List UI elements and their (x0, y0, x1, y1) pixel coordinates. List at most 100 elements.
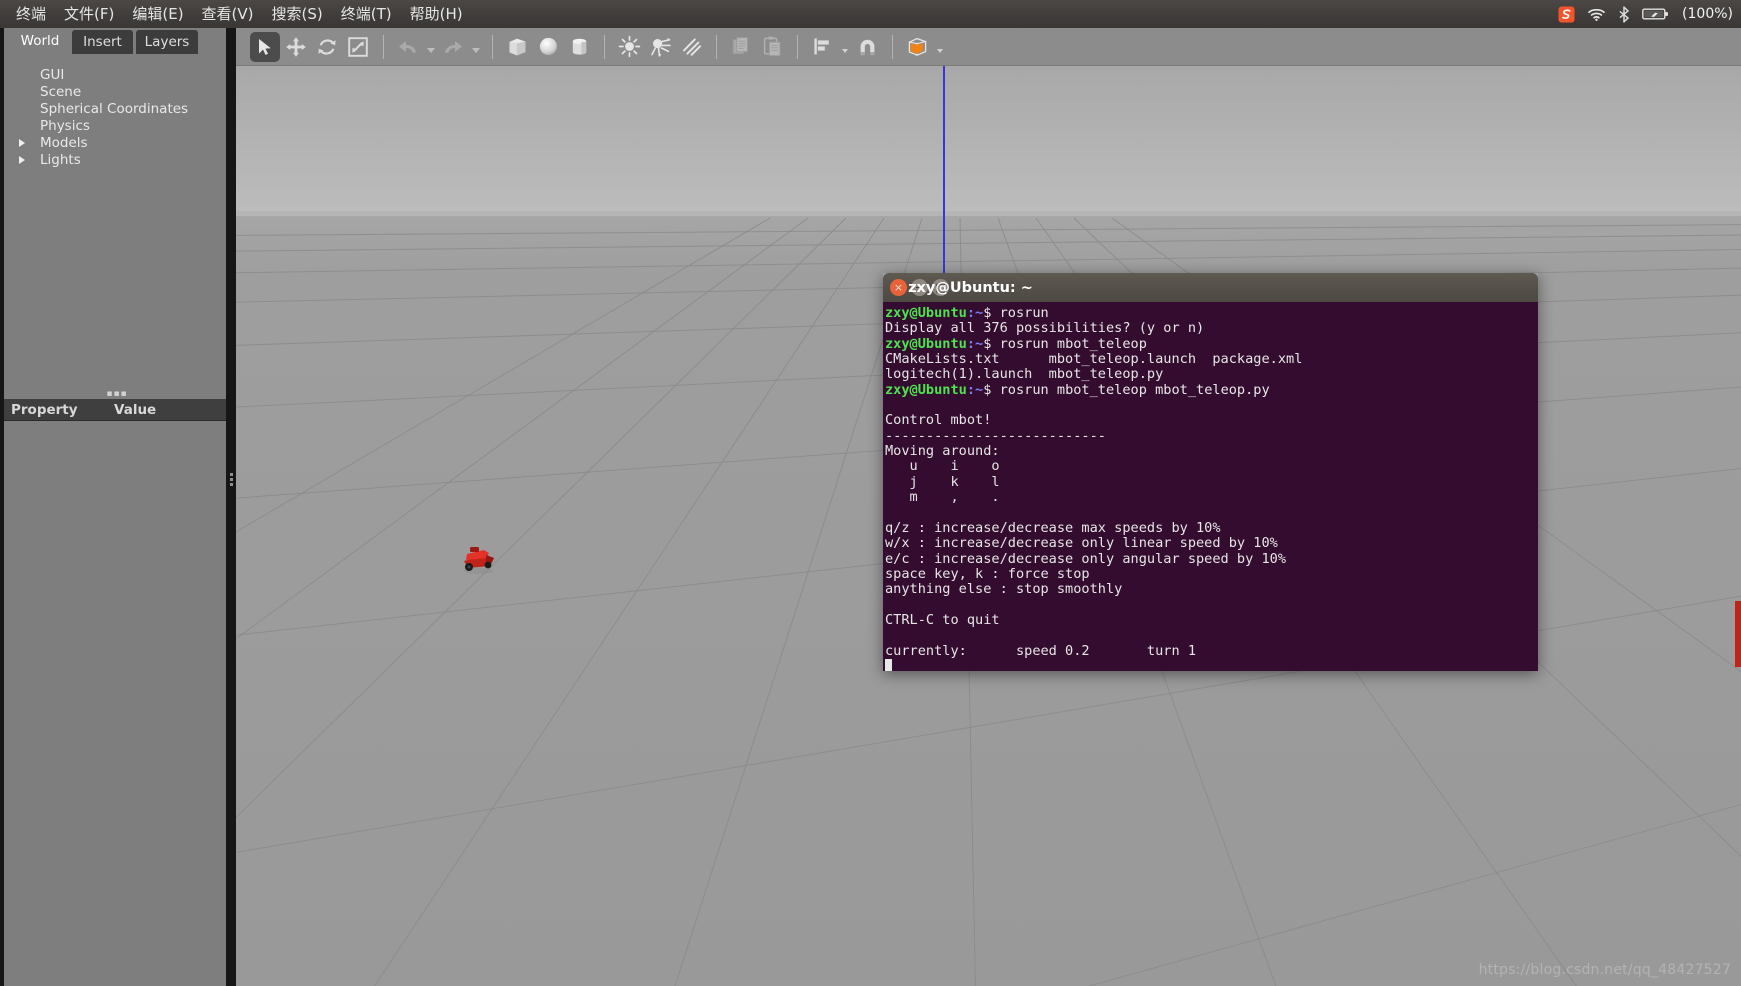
tree-item-lights[interactable]: Lights (4, 151, 230, 168)
toolbar-separator (892, 34, 893, 59)
terminal-body[interactable]: zxy@Ubuntu:~$ rosrun Display all 376 poss… (883, 302, 1538, 671)
terminal-prompt-line: zxy@Ubuntu:~$ rosrun mbot_teleop (885, 335, 1538, 352)
z-axis-line (943, 66, 945, 293)
tree-item-label: Lights (40, 151, 81, 168)
tab-insert[interactable]: Insert (72, 30, 133, 54)
tree-item-label: GUI (40, 66, 65, 83)
text-cursor (885, 658, 892, 671)
mbot-robot-model[interactable] (456, 541, 498, 575)
terminal-prompt-line: zxy@Ubuntu:~$ rosrun (885, 305, 1538, 321)
terminal-output-line: currently: speed 0.2 turn 1 (885, 642, 1196, 659)
insert-directional-light-button[interactable] (676, 32, 706, 62)
terminal-output-line: CTRL-C to quit (885, 611, 1000, 628)
scale-mode-button[interactable] (343, 32, 373, 62)
terminal-prompt-line: zxy@Ubuntu:~$ rosrun mbot_teleop mbot_te… (885, 381, 1538, 398)
prompt-user-host: zxy@Ubuntu (885, 381, 967, 398)
battery-percent-label: (100%) (1682, 6, 1733, 22)
undo-history-dropdown[interactable] (424, 32, 438, 62)
tree-item-physics[interactable]: Physics (4, 117, 230, 134)
tree-item-gui[interactable]: GUI (4, 66, 230, 83)
cursor-arrow-icon (259, 38, 271, 55)
terminal-output-line: Moving around: (885, 443, 1000, 460)
terminal-output-line: Display all 376 possibilities? (y or n) (885, 320, 1205, 337)
watermark-label: https://blog.csdn.net/qq_48427527 (1478, 962, 1731, 978)
terminal-window[interactable]: × − □ zxy@Ubuntu: ~ zxy@Ubuntu:~$ rosrun… (883, 273, 1538, 671)
insert-spot-light-button[interactable] (645, 32, 675, 62)
undo-button[interactable] (393, 32, 423, 62)
scale-arrows-icon (348, 36, 368, 57)
menu-search[interactable]: 搜索(S) (263, 0, 332, 28)
prompt-dollar: $ (983, 381, 1000, 398)
terminal-output-line: Control mbot! (885, 412, 992, 429)
terminal-output-line: CMakeLists.txt mbot_teleop.launch packag… (885, 351, 1303, 368)
copy-icon (732, 37, 748, 55)
tree-item-scene[interactable]: Scene (4, 83, 230, 100)
toolbar-separator (716, 34, 717, 59)
copy-button[interactable] (726, 32, 756, 62)
property-panel-drag-handle[interactable]: ▪▪▪ (4, 390, 230, 399)
point-light-icon (618, 35, 640, 58)
menu-file[interactable]: 文件(F) (55, 0, 123, 28)
maximize-icon[interactable]: □ (932, 279, 949, 296)
terminal-title-bar[interactable]: × − □ zxy@Ubuntu: ~ (883, 273, 1538, 302)
directional-light-icon (682, 38, 701, 56)
paste-button[interactable] (757, 32, 787, 62)
terminal-output-line: q/z : increase/decrease max speeds by 10… (885, 519, 1221, 536)
terminal-app-name[interactable]: 终端 (7, 0, 55, 28)
insert-box-button[interactable] (502, 32, 532, 62)
menu-edit[interactable]: 编辑(E) (123, 0, 192, 28)
insert-sphere-button[interactable] (533, 32, 563, 62)
tab-layers[interactable]: Layers (136, 30, 198, 54)
property-table-header: Property Value (4, 399, 230, 421)
terminal-cursor-line (885, 658, 1538, 671)
prompt-separator: : (966, 381, 976, 398)
sogou-input-icon[interactable] (1558, 0, 1575, 28)
system-tray: (100%) (1558, 0, 1733, 28)
align-dropdown[interactable] (838, 32, 852, 62)
close-icon[interactable]: × (890, 279, 907, 296)
expand-arrow-icon[interactable] (16, 151, 28, 168)
menu-help[interactable]: 帮助(H) (401, 0, 472, 28)
splitter-grip-icon[interactable] (227, 468, 235, 490)
redo-history-dropdown[interactable] (469, 32, 483, 62)
rotate-arrows-icon (318, 38, 336, 55)
redo-button[interactable] (438, 32, 468, 62)
tree-item-label: Models (40, 134, 88, 151)
bluetooth-icon[interactable] (1618, 0, 1630, 28)
prompt-path: ~ (975, 305, 984, 321)
column-header-value: Value (114, 401, 157, 418)
align-button[interactable] (807, 32, 837, 62)
terminal-output: zxy@Ubuntu:~$ rosrun Display all 376 poss… (885, 305, 1538, 671)
wifi-icon[interactable] (1587, 0, 1606, 28)
menu-view[interactable]: 查看(V) (193, 0, 263, 28)
select-mode-button[interactable] (250, 31, 280, 62)
insert-cylinder-button[interactable] (564, 32, 594, 62)
battery-icon[interactable] (1642, 0, 1669, 28)
prompt-separator: : (966, 305, 976, 321)
toolbar-separator (383, 34, 384, 59)
snap-button[interactable] (852, 32, 882, 62)
spot-light-icon (650, 38, 671, 57)
translate-mode-button[interactable] (281, 32, 311, 62)
prompt-separator: : (966, 335, 976, 352)
tree-item-spherical-coordinates[interactable]: Spherical Coordinates (4, 100, 230, 117)
toolbar-separator (797, 34, 798, 59)
terminal-output-line: e/c : increase/decrease only angular spe… (885, 550, 1287, 567)
offscreen-red-object (1735, 601, 1741, 667)
view-mode-dropdown[interactable] (933, 32, 947, 62)
panel-splitter[interactable] (226, 28, 236, 986)
tree-item-models[interactable]: Models (4, 134, 230, 151)
view-mode-button[interactable] (902, 32, 932, 62)
minimize-icon[interactable]: − (911, 279, 928, 296)
expand-arrow-icon[interactable] (16, 134, 28, 151)
terminal-output-line: w/x : increase/decrease only linear spee… (885, 535, 1278, 552)
tab-world[interactable]: World (8, 28, 72, 54)
menu-terminal[interactable]: 终端(T) (332, 0, 401, 28)
insert-point-light-button[interactable] (614, 32, 644, 62)
rotate-mode-button[interactable] (312, 32, 342, 62)
property-table-body (4, 421, 230, 986)
redo-arrow-icon (445, 40, 462, 53)
